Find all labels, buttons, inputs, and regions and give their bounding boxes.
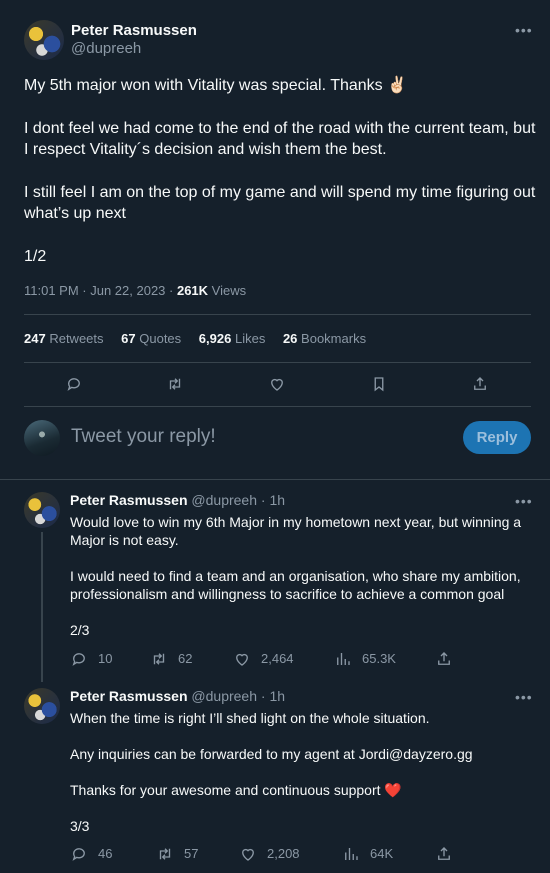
reply-header: Peter Rasmussen @dupreeh · 1h <box>70 688 285 704</box>
view-count: 64K <box>370 846 394 861</box>
reply-header: Peter Rasmussen @dupreeh · 1h <box>70 492 285 508</box>
tweet-text-line-5: what’s up next <box>24 205 126 222</box>
view-count: 65.3K <box>362 651 396 666</box>
like-icon[interactable] <box>239 845 257 863</box>
like-icon[interactable] <box>233 650 251 668</box>
views-label: Views <box>208 283 247 298</box>
reply-text-line-1: When the time is right I’ll shed light o… <box>70 710 430 726</box>
like-count: 2,208 <box>267 846 300 861</box>
user-avatar[interactable] <box>24 420 60 456</box>
views-icon[interactable] <box>342 845 360 863</box>
author-avatar[interactable] <box>24 20 64 60</box>
retweet-count: 57 <box>184 846 199 861</box>
reply-author-name[interactable]: Peter Rasmussen <box>70 492 188 508</box>
reply-text-line-4: professionalism and willingness to sacri… <box>70 586 505 602</box>
reply-icon[interactable] <box>70 650 88 668</box>
tweet-stats-row: 247 Retweets 67 Quotes 6,926 Likes 26 Bo… <box>24 331 366 346</box>
views-icon[interactable] <box>334 650 352 668</box>
bookmark-icon[interactable] <box>367 372 391 396</box>
quotes-stat[interactable]: 67 Quotes <box>121 331 181 346</box>
like-icon[interactable] <box>265 372 289 396</box>
reply-author-name[interactable]: Peter Rasmussen <box>70 688 188 704</box>
reply-author-avatar[interactable] <box>24 688 60 724</box>
tweet-text-line-1: My 5th major won with Vitality was speci… <box>24 77 408 94</box>
share-icon[interactable] <box>435 650 453 668</box>
bookmarks-count: 26 <box>282 331 298 346</box>
divider <box>24 362 531 363</box>
reply-count: 46 <box>98 846 113 861</box>
reply-input[interactable]: Tweet your reply! <box>71 426 216 448</box>
reply-text-line-3: Thanks for your awesome and continuous s… <box>70 782 402 798</box>
more-icon[interactable]: ••• <box>515 689 533 705</box>
tweet-text-line-3: I respect Vitality´s decision and wish t… <box>24 141 387 158</box>
share-icon[interactable] <box>468 372 492 396</box>
reply-thread-counter: 2/3 <box>70 622 90 638</box>
reply-count: 10 <box>98 651 113 666</box>
share-icon[interactable] <box>435 845 453 863</box>
tweet-text-line-2: I dont feel we had come to the end of th… <box>24 120 536 137</box>
reply-author-avatar[interactable] <box>24 492 60 528</box>
author-name[interactable]: Peter Rasmussen <box>71 22 197 39</box>
reply-text-line-2: Major is not easy. <box>70 532 179 548</box>
tweet-text-line-4: I still feel I am on the top of my game … <box>24 184 536 201</box>
more-icon[interactable]: ••• <box>515 493 533 509</box>
likes-label: Likes <box>234 331 266 346</box>
reply-text-line-2: Any inquiries can be forwarded to my age… <box>70 746 473 762</box>
more-icon[interactable]: ••• <box>515 22 533 38</box>
retweets-label: Retweets <box>49 331 104 346</box>
divider <box>24 314 531 315</box>
quotes-label: Quotes <box>139 331 182 346</box>
reply-button[interactable]: Reply <box>463 421 531 454</box>
views-count: 261K <box>176 283 209 298</box>
reply-icon[interactable] <box>62 372 86 396</box>
reply-meta[interactable]: @dupreeh · 1h <box>191 492 285 508</box>
reply-meta[interactable]: @dupreeh · 1h <box>191 688 285 704</box>
retweets-stat[interactable]: 247 Retweets <box>24 331 104 346</box>
retweet-icon[interactable] <box>163 372 187 396</box>
retweet-icon[interactable] <box>150 650 168 668</box>
tweet-time[interactable]: 11:01 PM · Jun 22, 2023 · <box>24 283 177 298</box>
retweets-count: 247 <box>24 331 46 346</box>
divider <box>24 406 531 407</box>
divider <box>0 479 550 480</box>
bookmarks-label: Bookmarks <box>301 331 367 346</box>
likes-count: 6,926 <box>198 331 232 346</box>
retweet-icon[interactable] <box>156 845 174 863</box>
like-count: 2,464 <box>261 651 294 666</box>
tweet-timestamp[interactable]: 11:01 PM · Jun 22, 2023 · 261K Views <box>24 283 246 298</box>
retweet-count: 62 <box>178 651 193 666</box>
tweet-thread-counter: 1/2 <box>24 248 47 265</box>
quotes-count: 67 <box>121 331 136 346</box>
reply-thread-counter: 3/3 <box>70 818 90 834</box>
bookmarks-stat[interactable]: 26 Bookmarks <box>283 331 366 346</box>
reply-icon[interactable] <box>70 845 88 863</box>
likes-stat[interactable]: 6,926 Likes <box>199 331 266 346</box>
thread-connector <box>41 532 43 682</box>
author-handle[interactable]: @dupreeh <box>71 40 141 57</box>
